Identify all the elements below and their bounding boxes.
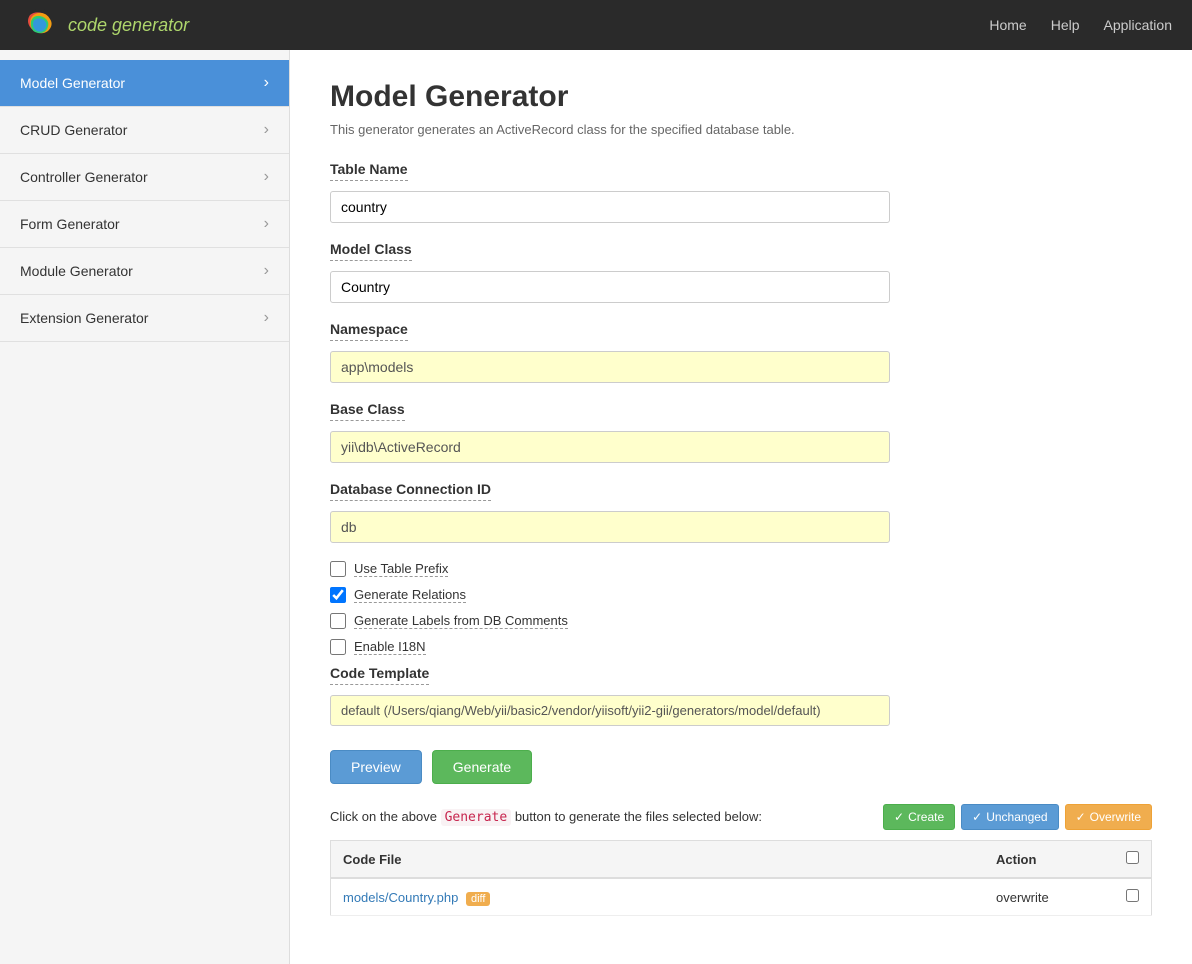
layout: Model Generator › CRUD Generator › Contr…	[0, 50, 1192, 964]
namespace-group: Namespace	[330, 321, 1152, 383]
namespace-label: Namespace	[330, 321, 408, 341]
sidebar: Model Generator › CRUD Generator › Contr…	[0, 50, 290, 964]
badge-unchanged: ✓ Unchanged	[961, 804, 1058, 830]
legend-badges: ✓ Create ✓ Unchanged ✓ Overwrite	[883, 804, 1152, 830]
use-table-prefix-label: Use Table Prefix	[354, 561, 448, 577]
base-class-label: Base Class	[330, 401, 405, 421]
generate-relations-group: Generate Relations	[330, 587, 1152, 603]
sidebar-label-crud-generator: CRUD Generator	[20, 122, 127, 138]
code-template-value: default (/Users/qiang/Web/yii/basic2/ven…	[330, 695, 890, 726]
enable-i18n-group: Enable I18N	[330, 639, 1152, 655]
topnav: code generator Home Help Application	[0, 0, 1192, 50]
action-buttons: Preview Generate	[330, 750, 1152, 784]
chevron-icon: ›	[264, 309, 269, 327]
generate-labels-group: Generate Labels from DB Comments	[330, 613, 1152, 629]
model-class-label: Model Class	[330, 241, 412, 261]
checkbox-header	[1114, 841, 1152, 879]
row-checkbox[interactable]	[1126, 889, 1139, 902]
sidebar-label-extension-generator: Extension Generator	[20, 310, 148, 326]
nav-help[interactable]: Help	[1051, 17, 1080, 33]
enable-i18n-checkbox[interactable]	[330, 639, 346, 655]
logo: code generator	[20, 7, 189, 43]
app-title: code generator	[68, 15, 189, 36]
db-connection-input[interactable]	[330, 511, 890, 543]
table-name-group: Table Name	[330, 161, 1152, 223]
file-table: Code File Action models/Country.php diff…	[330, 840, 1152, 916]
generate-button[interactable]: Generate	[432, 750, 532, 784]
row-checkbox-cell	[1114, 878, 1152, 916]
select-all-checkbox[interactable]	[1126, 851, 1139, 864]
check-icon-unchanged: ✓	[972, 810, 982, 824]
use-table-prefix-checkbox[interactable]	[330, 561, 346, 577]
sidebar-item-form-generator[interactable]: Form Generator ›	[0, 201, 289, 248]
page-title: Model Generator	[330, 80, 1152, 114]
sidebar-label-model-generator: Model Generator	[20, 75, 125, 91]
chevron-icon: ›	[264, 121, 269, 139]
generate-labels-label: Generate Labels from DB Comments	[354, 613, 568, 629]
check-icon-overwrite: ✓	[1076, 810, 1086, 824]
topnav-links: Home Help Application	[989, 17, 1172, 33]
table-name-input[interactable]	[330, 191, 890, 223]
code-template-group: Code Template default (/Users/qiang/Web/…	[330, 665, 1152, 726]
chevron-icon: ›	[264, 262, 269, 280]
generate-info-prefix: Click on the above	[330, 809, 437, 824]
sidebar-item-crud-generator[interactable]: CRUD Generator ›	[0, 107, 289, 154]
check-icon: ✓	[894, 810, 904, 824]
action-header: Action	[984, 841, 1114, 879]
action-value: overwrite	[996, 890, 1049, 905]
table-name-label: Table Name	[330, 161, 408, 181]
model-class-group: Model Class	[330, 241, 1152, 303]
enable-i18n-label: Enable I18N	[354, 639, 426, 655]
generate-info-text: Click on the above Generate button to ge…	[330, 809, 883, 825]
sidebar-item-controller-generator[interactable]: Controller Generator ›	[0, 154, 289, 201]
generate-relations-label: Generate Relations	[354, 587, 466, 603]
chevron-icon: ›	[264, 74, 269, 92]
generate-info-row: Click on the above Generate button to ge…	[330, 804, 1152, 830]
code-template-label: Code Template	[330, 665, 429, 685]
chevron-icon: ›	[264, 215, 269, 233]
badge-overwrite: ✓ Overwrite	[1065, 804, 1152, 830]
nav-application[interactable]: Application	[1104, 17, 1173, 33]
main-content: Model Generator This generator generates…	[290, 50, 1192, 964]
namespace-input[interactable]	[330, 351, 890, 383]
use-table-prefix-group: Use Table Prefix	[330, 561, 1152, 577]
sidebar-label-controller-generator: Controller Generator	[20, 169, 148, 185]
yii-logo-icon	[20, 7, 60, 43]
table-row: models/Country.php diff overwrite	[331, 878, 1152, 916]
badge-create: ✓ Create	[883, 804, 955, 830]
diff-badge[interactable]: diff	[466, 892, 490, 906]
code-file-header: Code File	[331, 841, 985, 879]
db-connection-label: Database Connection ID	[330, 481, 491, 501]
generate-labels-checkbox[interactable]	[330, 613, 346, 629]
page-description: This generator generates an ActiveRecord…	[330, 122, 1152, 137]
generate-info-suffix: button to generate the files selected be…	[515, 809, 762, 824]
generate-keyword: Generate	[441, 809, 512, 826]
file-link[interactable]: models/Country.php	[343, 890, 458, 905]
base-class-group: Base Class	[330, 401, 1152, 463]
db-connection-group: Database Connection ID	[330, 481, 1152, 543]
sidebar-item-extension-generator[interactable]: Extension Generator ›	[0, 295, 289, 342]
action-cell: overwrite	[984, 878, 1114, 916]
model-class-input[interactable]	[330, 271, 890, 303]
sidebar-label-module-generator: Module Generator	[20, 263, 133, 279]
sidebar-item-model-generator[interactable]: Model Generator ›	[0, 60, 289, 107]
base-class-input[interactable]	[330, 431, 890, 463]
chevron-icon: ›	[264, 168, 269, 186]
preview-button[interactable]: Preview	[330, 750, 422, 784]
file-cell: models/Country.php diff	[331, 878, 985, 916]
sidebar-label-form-generator: Form Generator	[20, 216, 120, 232]
generate-relations-checkbox[interactable]	[330, 587, 346, 603]
sidebar-item-module-generator[interactable]: Module Generator ›	[0, 248, 289, 295]
nav-home[interactable]: Home	[989, 17, 1026, 33]
